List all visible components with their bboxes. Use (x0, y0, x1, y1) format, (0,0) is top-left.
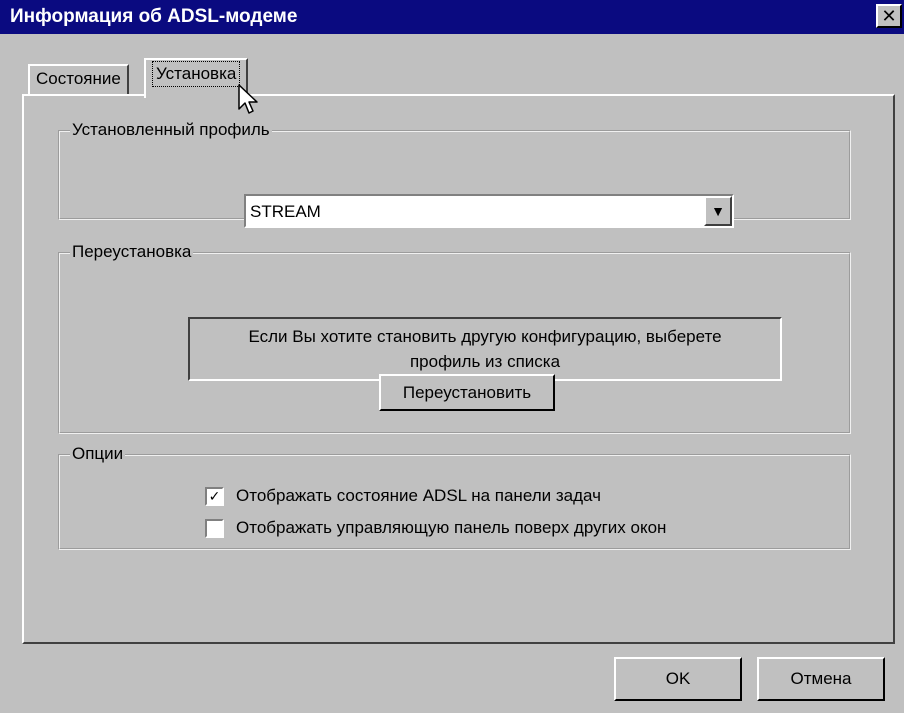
reinstall-info-line2: профиль из списка (409, 352, 561, 371)
tab-setup[interactable]: Установка (144, 58, 249, 98)
dropdown-button[interactable]: ▼ (704, 196, 732, 226)
cancel-button-label: Отмена (790, 669, 852, 688)
reinstall-button-label: Переустановить (402, 382, 532, 402)
tab-state-label: Состояние (36, 69, 121, 88)
reinstall-info-line1: Если Вы хотите становить другую конфигур… (248, 327, 722, 346)
chevron-down-icon: ▼ (711, 203, 725, 219)
installed-profile-legend: Установленный профиль (70, 119, 272, 141)
options-legend: Опции (70, 443, 126, 465)
installed-profile-group: Установленный профиль STREAM ▼ (58, 119, 851, 228)
profile-select-value: STREAM (250, 202, 321, 221)
checkmark-icon: ✓ (208, 488, 221, 504)
ok-button-label: OK (665, 669, 691, 688)
window-title: Информация об ADSL-модеме (10, 6, 298, 27)
arrow-cursor-icon (238, 84, 258, 114)
title-bar: Информация об ADSL-модеме ✕ (0, 0, 904, 34)
checkbox-panel-on-top[interactable] (205, 518, 224, 538)
ok-button[interactable]: OK (614, 657, 742, 701)
reinstall-group: Переустановка Если Вы хотите становить д… (58, 241, 851, 434)
option-show-adsl-status[interactable]: ✓ Отображать состояние ADSL на панели за… (205, 486, 601, 506)
tab-panel: Установленный профиль STREAM ▼ Переустан… (22, 94, 895, 644)
option-show-adsl-status-label: Отображать состояние ADSL на панели зада… (236, 486, 601, 505)
reinstall-legend: Переустановка (70, 241, 194, 263)
tab-state[interactable]: Состояние (28, 64, 129, 95)
profile-select[interactable]: STREAM ▼ (244, 194, 734, 228)
close-button[interactable]: ✕ (876, 4, 902, 28)
options-group: Опции ✓ Отображать состояние ADSL на пан… (58, 443, 851, 550)
close-icon: ✕ (881, 6, 897, 26)
dialog-window: Информация об ADSL-модеме ✕ Состояние Ус… (0, 0, 904, 713)
reinstall-info: Если Вы хотите становить другую конфигур… (188, 317, 782, 381)
option-panel-on-top-label: Отображать управляющую панель поверх дру… (236, 518, 667, 537)
checkbox-show-adsl-status[interactable]: ✓ (205, 486, 224, 506)
reinstall-button[interactable]: Переустановить (379, 374, 555, 411)
cancel-button[interactable]: Отмена (757, 657, 885, 701)
tab-setup-label: Установка (152, 61, 241, 87)
option-panel-on-top[interactable]: Отображать управляющую панель поверх дру… (205, 518, 666, 538)
